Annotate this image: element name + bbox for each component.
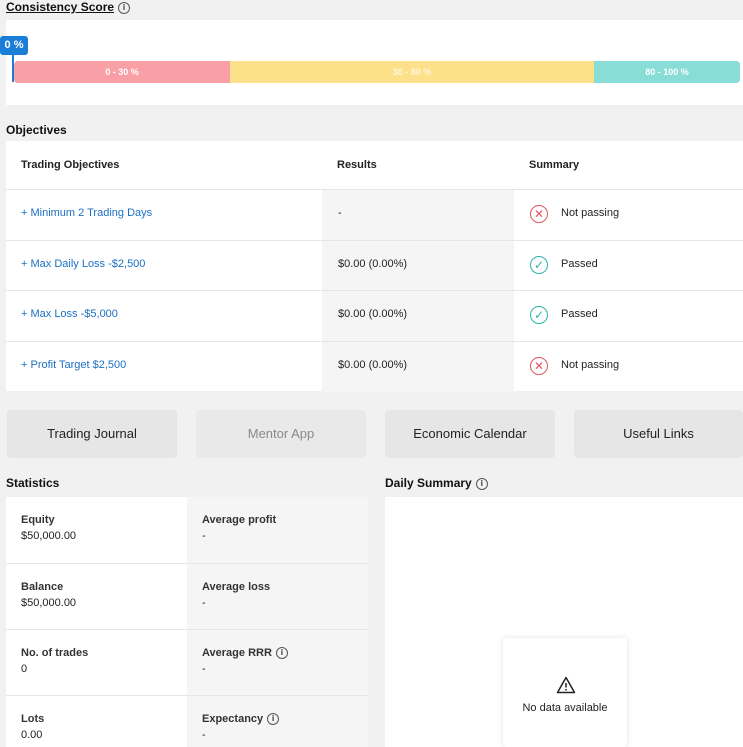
status-text: Not passing (561, 359, 620, 371)
consistency-score-label: Consistency Score (6, 0, 115, 14)
stat-label-text: No. of trades (21, 647, 89, 659)
score-marker (12, 55, 14, 82)
divider (6, 629, 368, 630)
objectives-title: Objectives (6, 123, 67, 137)
stat-label-text: Lots (21, 713, 45, 725)
check-circle-icon: ✓ (530, 306, 548, 324)
result-value: $0.00 (0.00%) (338, 308, 408, 320)
divider (6, 695, 368, 696)
stat-value: $50,000.00 (21, 597, 77, 609)
status-text: Passed (561, 258, 598, 270)
check-circle-icon: ✓ (530, 256, 548, 274)
stat-label: Expectancy i (202, 713, 280, 726)
status-text: Not passing (561, 207, 620, 219)
statistics-title: Statistics (6, 476, 60, 490)
result-value: $0.00 (0.00%) (338, 258, 408, 270)
x-circle-icon: ✕ (530, 205, 548, 223)
stat-label: No. of trades (21, 647, 88, 659)
stat-value: - (202, 729, 206, 741)
useful-links-button[interactable]: Useful Links (574, 410, 743, 458)
statistics-right-column (187, 497, 368, 747)
stat-value: - (202, 530, 206, 542)
mentor-app-button[interactable]: Mentor App (196, 410, 366, 458)
stat-label: Balance (21, 581, 63, 593)
objective-link[interactable]: + Max Daily Loss -$2,500 (21, 258, 145, 270)
result-value: - (338, 207, 342, 219)
stat-label: Equity (21, 514, 55, 526)
stat-value: - (202, 663, 206, 675)
score-badge: 0 % (0, 36, 28, 55)
objective-link[interactable]: + Minimum 2 Trading Days (21, 207, 152, 219)
header-summary: Summary (529, 159, 580, 171)
x-circle-icon: ✕ (530, 357, 548, 375)
objective-link[interactable]: + Profit Target $2,500 (21, 359, 126, 371)
header-results: Results (337, 159, 377, 171)
status-text: Passed (561, 308, 598, 320)
stat-label-text: Balance (21, 581, 64, 593)
stat-label: Average loss (202, 581, 270, 593)
trading-journal-button[interactable]: Trading Journal (7, 410, 177, 458)
info-icon[interactable]: i (118, 1, 131, 14)
stat-label-text: Average profit (202, 514, 277, 526)
band-mid: 30 - 80 % (230, 61, 594, 83)
stat-label-text: Average loss (202, 581, 271, 593)
stat-label: Average profit (202, 514, 276, 526)
stat-label-text: Equity (21, 514, 55, 526)
economic-calendar-button[interactable]: Economic Calendar (385, 410, 555, 458)
stat-value: 0.00 (21, 729, 43, 741)
header-objectives: Trading Objectives (21, 159, 120, 171)
no-data-panel (503, 638, 627, 747)
stat-value: $50,000.00 (21, 530, 77, 542)
daily-summary-title: Daily Summary i (385, 476, 488, 490)
info-icon[interactable]: i (267, 713, 280, 726)
band-low: 0 - 30 % (14, 61, 230, 83)
stat-label-text: Expectancy (202, 713, 264, 725)
info-icon[interactable]: i (475, 477, 488, 490)
stat-label-text: Average RRR (202, 647, 272, 659)
stat-value: 0 (21, 663, 28, 675)
consistency-score-title: Consistency Score i (6, 0, 131, 14)
daily-summary-label: Daily Summary (385, 476, 472, 490)
results-cell (322, 190, 514, 240)
stat-label: Average RRR i (202, 647, 288, 660)
warning-icon (556, 676, 576, 694)
result-value: $0.00 (0.00%) (338, 359, 408, 371)
stat-label: Lots (21, 713, 44, 725)
no-data-text: No data available (522, 702, 608, 714)
band-high: 80 - 100 % (594, 61, 740, 83)
divider (6, 563, 368, 564)
stat-value: - (202, 597, 206, 609)
objective-link[interactable]: + Max Loss -$5,000 (21, 308, 118, 320)
info-icon[interactable]: i (275, 647, 288, 660)
